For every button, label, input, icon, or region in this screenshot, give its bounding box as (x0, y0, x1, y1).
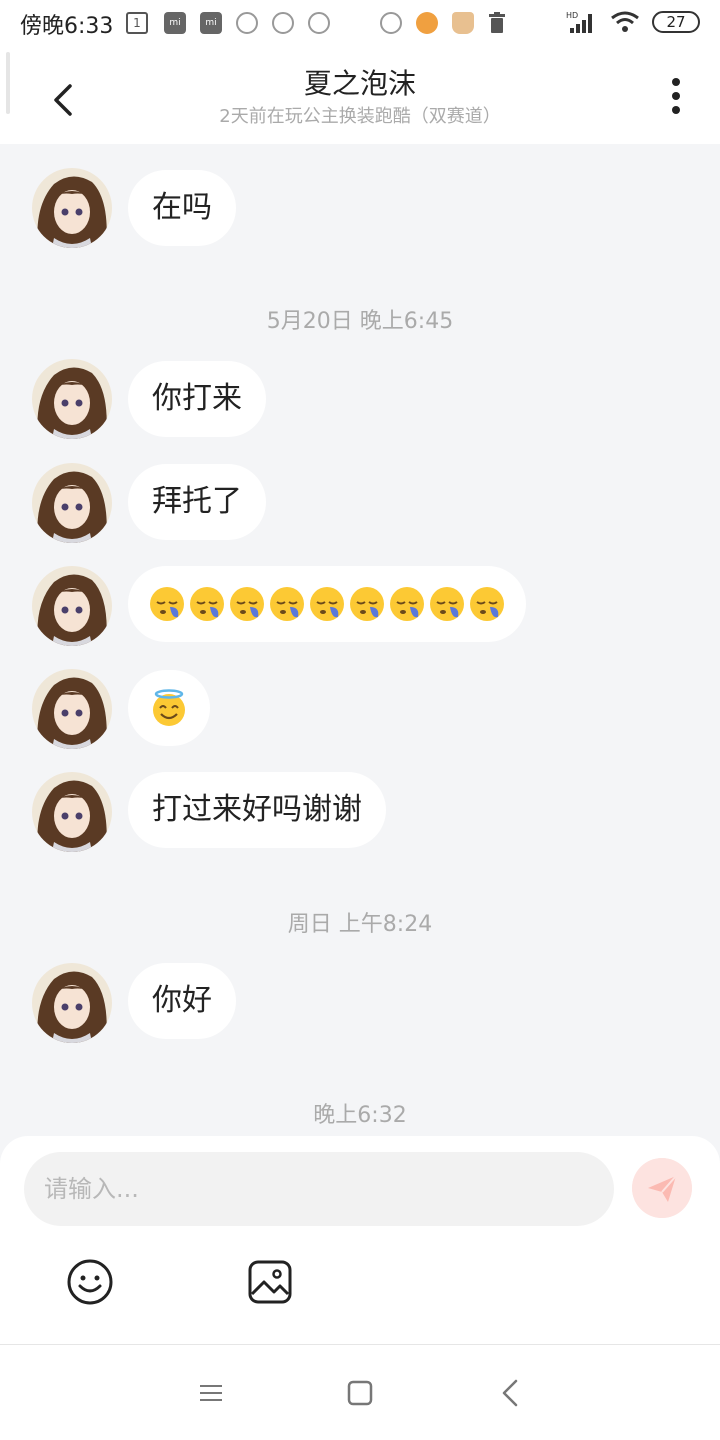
message-bubble[interactable]: 打过来好吗谢谢 (128, 772, 386, 848)
message-bubble[interactable]: 你好 (128, 963, 236, 1039)
message-bubble[interactable]: 拜托了 (128, 464, 266, 540)
message-bubble[interactable]: 在吗 (128, 170, 236, 246)
image-icon[interactable] (246, 1258, 294, 1306)
sleeping-face-icon (270, 587, 304, 621)
input-panel (0, 1136, 720, 1346)
sleeping-face-icon (310, 587, 344, 621)
sleeping-face-icon (230, 587, 264, 621)
emoji-icon[interactable] (66, 1258, 114, 1306)
mi-app-icon: mi (200, 12, 222, 34)
trash-icon (489, 12, 505, 33)
smiling-face-with-halo-icon (153, 689, 185, 726)
sleeping-face-icon (190, 587, 224, 621)
avatar[interactable] (32, 963, 112, 1043)
wifi-icon (611, 11, 639, 32)
message-bubble[interactable] (128, 670, 210, 746)
menu-icon[interactable] (196, 1377, 228, 1409)
send-icon[interactable] (632, 1158, 692, 1218)
cell-signal-icon: HD (566, 11, 592, 33)
app-notification-icon (308, 12, 330, 34)
message-timestamp: 周日 上午8:24 (287, 912, 433, 937)
status-indicators: HD 27 (566, 10, 700, 34)
system-nav-bar (0, 1344, 720, 1440)
chat-header: 夏之泡沫 2天前在玩公主换装跑酷（双赛道） (0, 48, 720, 144)
status-bar: 傍晚6:33 1 mi mi HD 27 (0, 0, 720, 48)
avatar[interactable] (32, 359, 112, 439)
battery-indicator: 27 (652, 11, 700, 33)
app-notification-icon (272, 12, 294, 34)
more-vertical-icon[interactable] (664, 76, 688, 116)
sleeping-face-icon (350, 587, 384, 621)
message-timestamp: 晚上6:32 (313, 1103, 407, 1128)
page-title: 夏之泡沫 (303, 67, 416, 100)
avatar[interactable] (32, 566, 112, 646)
message-bubble[interactable]: 你打来 (128, 361, 266, 437)
message-input[interactable] (24, 1152, 614, 1226)
svg-text:HD: HD (566, 11, 578, 20)
app-notification-icon (236, 12, 258, 34)
sleeping-face-icon (430, 587, 464, 621)
back-icon[interactable] (496, 1377, 528, 1409)
app-notification-icon (416, 12, 438, 34)
sleeping-face-icon (470, 587, 504, 621)
message-timestamp: 5月20日 晚上6:45 (266, 309, 454, 334)
avatar[interactable] (32, 463, 112, 543)
message-bubble[interactable] (128, 566, 526, 642)
calendar-icon: 1 (126, 12, 148, 34)
status-time: 傍晚6:33 (20, 14, 114, 39)
home-icon[interactable] (344, 1377, 376, 1409)
emoji-row (148, 566, 506, 642)
app-notification-icon (380, 12, 402, 34)
avatar[interactable] (32, 168, 112, 248)
status-subtitle: 2天前在玩公主换装跑酷（双赛道） (219, 106, 501, 127)
avatar[interactable] (32, 772, 112, 852)
mi-app-icon: mi (164, 12, 186, 34)
sleeping-face-icon (150, 587, 184, 621)
emoji-row (150, 670, 188, 746)
avatar[interactable] (32, 669, 112, 749)
sleeping-face-icon (390, 587, 424, 621)
app-notification-icon (452, 12, 474, 34)
